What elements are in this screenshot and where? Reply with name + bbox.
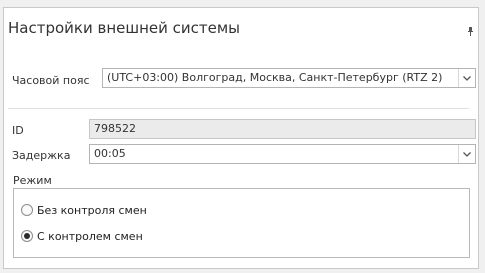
radio-checked-icon[interactable] (21, 230, 33, 242)
timezone-label: Часовой пояс (12, 74, 90, 87)
radio-label: Без контроля смен (37, 203, 147, 217)
id-label: ID (12, 124, 24, 137)
chevron-down-icon[interactable] (458, 145, 475, 163)
id-value: 798522 (94, 122, 136, 135)
timezone-select[interactable]: (UTC+03:00) Волгоград, Москва, Санкт-Пет… (102, 68, 476, 88)
id-field: 798522 (89, 119, 476, 139)
radio-unchecked-icon[interactable] (21, 204, 33, 216)
pin-icon[interactable] (467, 27, 474, 36)
delay-value: 00:05 (94, 147, 126, 160)
radio-with-shift-control[interactable]: С контролем смен (21, 229, 143, 243)
delay-select[interactable]: 00:05 (89, 144, 476, 164)
radio-without-shift-control[interactable]: Без контроля смен (21, 203, 147, 217)
chevron-down-icon[interactable] (458, 69, 475, 87)
delay-label: Задержка (12, 149, 71, 162)
divider (8, 108, 469, 109)
panel-title: Настройки внешней системы (8, 19, 241, 37)
timezone-value: (UTC+03:00) Волгоград, Москва, Санкт-Пет… (107, 71, 443, 84)
radio-label: С контролем смен (37, 229, 143, 243)
mode-group: Без контроля смен С контролем смен (13, 188, 470, 258)
mode-label: Режим (13, 174, 52, 187)
